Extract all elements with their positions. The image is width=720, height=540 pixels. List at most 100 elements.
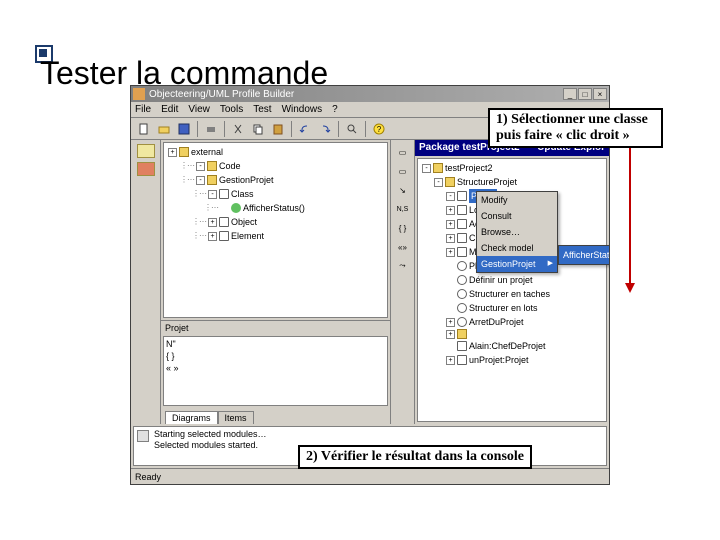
toolbar-new-button[interactable] xyxy=(135,120,153,138)
ctx-browse[interactable]: Browse… xyxy=(477,224,557,240)
tree-label[interactable]: Définir un projet xyxy=(469,273,533,287)
menu-edit[interactable]: Edit xyxy=(161,104,178,115)
maximize-button[interactable]: □ xyxy=(578,88,592,100)
expand-icon[interactable]: + xyxy=(208,218,217,227)
left-sidebar xyxy=(131,140,161,424)
usecase-icon xyxy=(457,303,467,313)
tree-label[interactable]: Element xyxy=(231,229,264,243)
expand-icon[interactable]: + xyxy=(446,206,455,215)
folder-icon xyxy=(457,329,467,339)
sidebar-icon-2[interactable] xyxy=(137,162,155,176)
toolbar-find-button[interactable] xyxy=(343,120,361,138)
folder-icon xyxy=(433,163,443,173)
ctx-consult[interactable]: Consult xyxy=(477,208,557,224)
tool-palette: ▭ ▭ ↘ N,S { } «» ⤳ xyxy=(391,140,415,424)
minimize-button[interactable]: _ xyxy=(563,88,577,100)
tree-label[interactable]: AfficherStatus() xyxy=(243,201,305,215)
class-icon xyxy=(457,191,467,201)
tree-label[interactable]: Code xyxy=(219,159,241,173)
close-button[interactable]: × xyxy=(593,88,607,100)
sidebar-icon-1[interactable] xyxy=(137,144,155,158)
expand-icon[interactable]: - xyxy=(422,164,431,173)
tool-link-icon[interactable]: ⤳ xyxy=(394,258,412,274)
expand-icon[interactable]: - xyxy=(434,178,443,187)
expand-icon[interactable]: + xyxy=(446,356,455,365)
usecase-icon xyxy=(457,289,467,299)
toolbar-copy-button[interactable] xyxy=(249,120,267,138)
tree-label[interactable]: Alain:ChefDeProjet xyxy=(469,339,546,353)
status-bar: Ready xyxy=(131,468,609,484)
toolbar-open-button[interactable] xyxy=(155,120,173,138)
tree-label[interactable]: testProject2 xyxy=(445,161,493,175)
expand-icon[interactable]: + xyxy=(446,234,455,243)
expand-icon[interactable]: + xyxy=(446,220,455,229)
tree-label[interactable]: external xyxy=(191,145,223,159)
tree-label[interactable]: unProjet:Projet xyxy=(469,353,529,367)
explorer-tree[interactable]: -testProject2 -StructureProjet -Projet +… xyxy=(417,158,607,422)
menu-help[interactable]: ? xyxy=(332,104,338,115)
projet-label: Projet xyxy=(161,320,390,334)
toolbar-paste-button[interactable] xyxy=(269,120,287,138)
tree-label[interactable]: Structurer en taches xyxy=(469,287,550,301)
ctx-check-model[interactable]: Check model xyxy=(477,240,557,256)
properties-panel: N" { } « » xyxy=(163,336,388,406)
app-icon xyxy=(133,88,145,100)
tree-label[interactable]: ArretDuProjet xyxy=(469,315,524,329)
title-bar: Objecteering/UML Profile Builder _ □ × xyxy=(131,86,609,102)
prop-item[interactable]: N" xyxy=(166,339,176,349)
toolbar-redo-button[interactable] xyxy=(316,120,334,138)
submenu-afficher-status[interactable]: AfficherStatus xyxy=(559,246,609,264)
tree-label[interactable]: StructureProjet xyxy=(457,175,517,189)
expand-icon[interactable]: - xyxy=(196,162,205,171)
expand-icon[interactable]: + xyxy=(446,330,455,339)
tree-label[interactable]: Structurer en lots xyxy=(469,301,538,315)
callout-step-2: 2) Vérifier le résultat dans la console xyxy=(298,445,532,469)
expand-icon[interactable]: + xyxy=(168,148,177,157)
tool-braces-icon[interactable]: { } xyxy=(394,220,412,236)
method-icon xyxy=(231,203,241,213)
menu-windows[interactable]: Windows xyxy=(282,104,323,115)
class-icon xyxy=(457,247,467,257)
tool-package-icon[interactable]: ▭ xyxy=(394,163,412,179)
toolbar-save-button[interactable] xyxy=(175,120,193,138)
expand-icon[interactable]: + xyxy=(446,248,455,257)
expand-icon[interactable]: + xyxy=(208,232,217,241)
tree-label[interactable]: Object xyxy=(231,215,257,229)
toolbar-separator xyxy=(291,121,292,137)
prop-item[interactable]: « » xyxy=(166,363,179,373)
submenu-arrow-icon: ▶ xyxy=(548,257,553,271)
expand-icon[interactable]: - xyxy=(446,192,455,201)
menu-tools[interactable]: Tools xyxy=(220,104,243,115)
expand-icon[interactable]: - xyxy=(208,190,217,199)
usecase-icon xyxy=(457,317,467,327)
context-menu: Modify Consult Browse… Check model Gesti… xyxy=(476,191,558,273)
tree-label[interactable]: Class xyxy=(231,187,254,201)
prop-item[interactable]: { } xyxy=(166,351,175,361)
toolbar-undo-button[interactable] xyxy=(296,120,314,138)
ctx-gestion-projet[interactable]: GestionProjet▶ xyxy=(477,256,557,272)
menu-test[interactable]: Test xyxy=(253,104,271,115)
folder-icon xyxy=(207,161,217,171)
expand-icon[interactable]: + xyxy=(446,318,455,327)
menu-file[interactable]: File xyxy=(135,104,151,115)
expand-icon[interactable]: - xyxy=(196,176,205,185)
object-icon xyxy=(457,355,467,365)
class-icon xyxy=(457,233,467,243)
tab-items[interactable]: Items xyxy=(218,411,254,424)
class-icon xyxy=(219,189,229,199)
tool-rect-icon[interactable]: ▭ xyxy=(394,144,412,160)
package-tree[interactable]: +external ⋮⋯-Code ⋮⋯-GestionProjet ⋮⋯-Cl… xyxy=(163,142,388,318)
toolbar-cut-button[interactable] xyxy=(229,120,247,138)
tab-diagrams[interactable]: Diagrams xyxy=(165,411,218,424)
right-column: Package testProject2 Update Explor -test… xyxy=(415,140,609,424)
folder-icon xyxy=(179,147,189,157)
tool-ns-icon[interactable]: N,S xyxy=(394,201,412,217)
tool-guillemets-icon[interactable]: «» xyxy=(394,239,412,255)
toolbar-print-button[interactable] xyxy=(202,120,220,138)
tool-arrow-icon[interactable]: ↘ xyxy=(394,182,412,198)
tabs: Diagrams Items xyxy=(161,408,390,424)
tree-label[interactable]: GestionProjet xyxy=(219,173,274,187)
toolbar-help-button[interactable]: ? xyxy=(370,120,388,138)
ctx-modify[interactable]: Modify xyxy=(477,192,557,208)
menu-view[interactable]: View xyxy=(188,104,210,115)
